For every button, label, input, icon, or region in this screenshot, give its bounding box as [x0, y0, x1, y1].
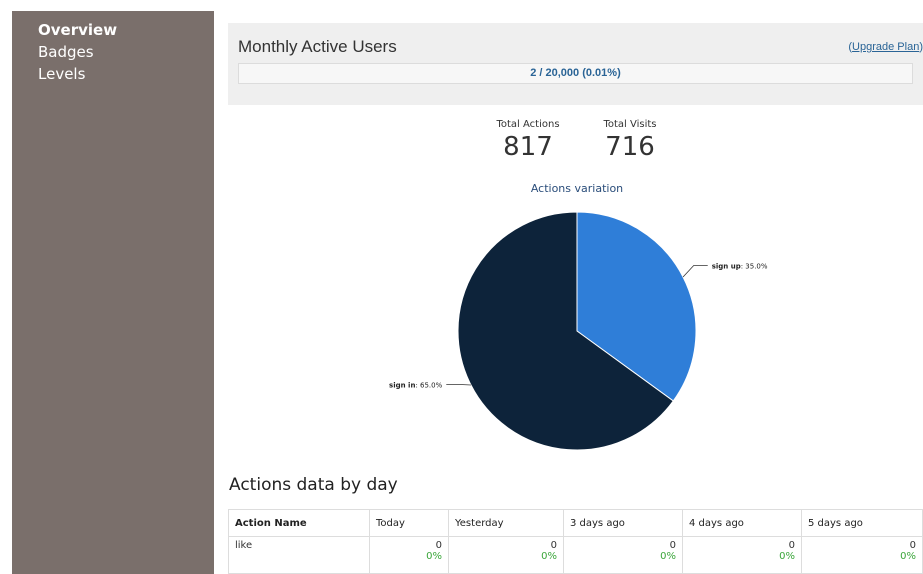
count-value: 0 — [909, 540, 916, 551]
count-cell: 0 0% — [448, 536, 564, 574]
count-value: 0 — [550, 540, 557, 551]
count-cell: 0 0% — [801, 536, 923, 574]
sidebar-item-levels[interactable]: Levels — [12, 63, 214, 85]
count-cell: 0 0% — [563, 536, 683, 574]
sidebar: Overview Badges Levels — [12, 11, 214, 574]
main-content: Monthly Active Users (Upgrade Plan) 2 / … — [214, 11, 923, 574]
count-cell: 0 0% — [682, 536, 802, 574]
table-row: like 0 0% 0 0% 0 0% 0 0% 0 0% — [228, 536, 923, 574]
count-value: 0 — [788, 540, 795, 551]
column-header: Today — [369, 509, 449, 537]
pie-label-sign-in: sign in: 65.0% — [389, 381, 443, 389]
column-header: 3 days ago — [563, 509, 683, 537]
column-header: Action Name — [228, 509, 370, 537]
percent-value: 0% — [426, 551, 442, 562]
count-value: 0 — [435, 540, 442, 551]
pie-label-sign-up: sign up: 35.0% — [712, 263, 768, 271]
pie-connector — [682, 265, 708, 278]
pie-connector — [446, 384, 471, 386]
table-header-row: Action Name Today Yesterday 3 days ago 4… — [228, 509, 923, 537]
column-header: 4 days ago — [682, 509, 802, 537]
sidebar-item-overview[interactable]: Overview — [12, 19, 214, 41]
actions-by-day-title: Actions data by day — [229, 475, 398, 495]
count-value: 0 — [669, 540, 676, 551]
actions-table: Action Name Today Yesterday 3 days ago 4… — [228, 509, 923, 574]
sidebar-item-badges[interactable]: Badges — [12, 41, 214, 63]
percent-value: 0% — [660, 551, 676, 562]
percent-value: 0% — [541, 551, 557, 562]
action-name-cell: like — [228, 536, 370, 574]
column-header: Yesterday — [448, 509, 564, 537]
pie-chart: sign up: 35.0% sign in: 65.0% — [389, 211, 768, 451]
percent-value: 0% — [900, 551, 916, 562]
sidebar-nav: Overview Badges Levels — [12, 11, 214, 85]
count-cell: 0 0% — [369, 536, 449, 574]
percent-value: 0% — [779, 551, 795, 562]
column-header: 5 days ago — [801, 509, 923, 537]
